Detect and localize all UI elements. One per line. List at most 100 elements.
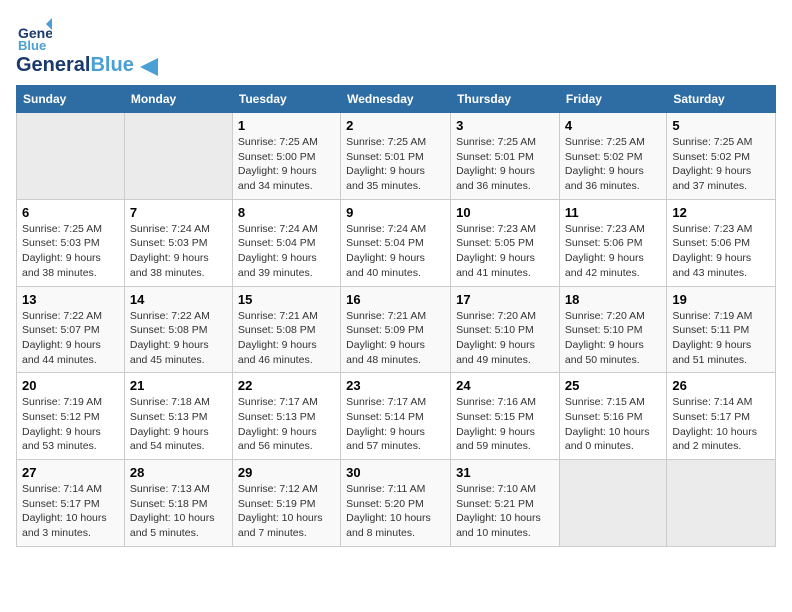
day-info: Sunrise: 7:25 AM Sunset: 5:02 PM Dayligh…	[565, 135, 661, 194]
calendar-cell: 27 Sunrise: 7:14 AM Sunset: 5:17 PM Dayli…	[17, 460, 125, 547]
day-number: 17	[456, 292, 554, 307]
day-info: Sunrise: 7:22 AM Sunset: 5:08 PM Dayligh…	[130, 309, 227, 368]
header-day-thursday: Thursday	[451, 86, 560, 113]
day-info: Sunrise: 7:19 AM Sunset: 5:11 PM Dayligh…	[672, 309, 770, 368]
day-info: Sunrise: 7:12 AM Sunset: 5:19 PM Dayligh…	[238, 482, 335, 541]
day-info: Sunrise: 7:25 AM Sunset: 5:03 PM Dayligh…	[22, 222, 119, 281]
calendar-cell: 4 Sunrise: 7:25 AM Sunset: 5:02 PM Daylig…	[559, 113, 666, 200]
header-day-saturday: Saturday	[667, 86, 776, 113]
calendar-cell: 20Sunrise: 7:19 AM Sunset: 5:12 PM Dayli…	[17, 373, 125, 460]
day-info: Sunrise: 7:25 AM Sunset: 5:01 PM Dayligh…	[456, 135, 554, 194]
day-number: 4	[565, 118, 661, 133]
week-row-3: 13 Sunrise: 7:22 AM Sunset: 5:07 PM Dayli…	[17, 286, 776, 373]
calendar-header: SundayMondayTuesdayWednesdayThursdayFrid…	[17, 86, 776, 113]
day-number: 12	[672, 205, 770, 220]
calendar-cell: 2 Sunrise: 7:25 AM Sunset: 5:01 PM Daylig…	[341, 113, 451, 200]
day-info: Sunrise: 7:14 AM Sunset: 5:17 PM Dayligh…	[22, 482, 119, 541]
day-info: Sunrise: 7:25 AM Sunset: 5:00 PM Dayligh…	[238, 135, 335, 194]
calendar-cell	[667, 460, 776, 547]
day-info: Sunrise: 7:21 AM Sunset: 5:09 PM Dayligh…	[346, 309, 445, 368]
day-info: Sunrise: 7:23 AM Sunset: 5:06 PM Dayligh…	[672, 222, 770, 281]
calendar-cell: 31 Sunrise: 7:10 AM Sunset: 5:21 PM Dayli…	[451, 460, 560, 547]
day-number: 6	[22, 205, 119, 220]
calendar-cell: 25 Sunrise: 7:15 AM Sunset: 5:16 PM Dayli…	[559, 373, 666, 460]
svg-text:Blue: Blue	[18, 38, 46, 52]
day-info: Sunrise: 7:22 AM Sunset: 5:07 PM Dayligh…	[22, 309, 119, 368]
calendar-cell: 8Sunrise: 7:24 AM Sunset: 5:04 PM Daylig…	[232, 199, 340, 286]
day-info: Sunrise: 7:17 AM Sunset: 5:14 PM Dayligh…	[346, 395, 445, 454]
day-number: 18	[565, 292, 661, 307]
header-row: SundayMondayTuesdayWednesdayThursdayFrid…	[17, 86, 776, 113]
day-number: 19	[672, 292, 770, 307]
day-number: 5	[672, 118, 770, 133]
day-info: Sunrise: 7:19 AM Sunset: 5:12 PM Dayligh…	[22, 395, 119, 454]
day-info: Sunrise: 7:20 AM Sunset: 5:10 PM Dayligh…	[456, 309, 554, 368]
day-number: 7	[130, 205, 227, 220]
day-number: 2	[346, 118, 445, 133]
day-number: 15	[238, 292, 335, 307]
day-info: Sunrise: 7:13 AM Sunset: 5:18 PM Dayligh…	[130, 482, 227, 541]
day-info: Sunrise: 7:17 AM Sunset: 5:13 PM Dayligh…	[238, 395, 335, 454]
calendar-cell: 5 Sunrise: 7:25 AM Sunset: 5:02 PM Daylig…	[667, 113, 776, 200]
day-info: Sunrise: 7:10 AM Sunset: 5:21 PM Dayligh…	[456, 482, 554, 541]
week-row-5: 27 Sunrise: 7:14 AM Sunset: 5:17 PM Dayli…	[17, 460, 776, 547]
calendar-cell: 19 Sunrise: 7:19 AM Sunset: 5:11 PM Dayli…	[667, 286, 776, 373]
day-number: 31	[456, 465, 554, 480]
week-row-2: 6 Sunrise: 7:25 AM Sunset: 5:03 PM Daylig…	[17, 199, 776, 286]
day-number: 10	[456, 205, 554, 220]
day-number: 3	[456, 118, 554, 133]
day-info: Sunrise: 7:24 AM Sunset: 5:03 PM Dayligh…	[130, 222, 227, 281]
calendar-cell: 12 Sunrise: 7:23 AM Sunset: 5:06 PM Dayli…	[667, 199, 776, 286]
calendar-cell: 26 Sunrise: 7:14 AM Sunset: 5:17 PM Dayli…	[667, 373, 776, 460]
calendar-cell: 3 Sunrise: 7:25 AM Sunset: 5:01 PM Daylig…	[451, 113, 560, 200]
day-number: 9	[346, 205, 445, 220]
header-day-wednesday: Wednesday	[341, 86, 451, 113]
day-number: 14	[130, 292, 227, 307]
day-info: Sunrise: 7:23 AM Sunset: 5:06 PM Dayligh…	[565, 222, 661, 281]
header-day-tuesday: Tuesday	[232, 86, 340, 113]
day-number: 21	[130, 378, 227, 393]
day-info: Sunrise: 7:14 AM Sunset: 5:17 PM Dayligh…	[672, 395, 770, 454]
day-number: 28	[130, 465, 227, 480]
logo-general: General	[16, 54, 90, 76]
week-row-4: 20Sunrise: 7:19 AM Sunset: 5:12 PM Dayli…	[17, 373, 776, 460]
day-number: 13	[22, 292, 119, 307]
day-number: 16	[346, 292, 445, 307]
day-number: 8	[238, 205, 335, 220]
calendar-cell: 30Sunrise: 7:11 AM Sunset: 5:20 PM Dayli…	[341, 460, 451, 547]
calendar-cell: 7 Sunrise: 7:24 AM Sunset: 5:03 PM Daylig…	[124, 199, 232, 286]
calendar-cell: 29 Sunrise: 7:12 AM Sunset: 5:19 PM Dayli…	[232, 460, 340, 547]
day-info: Sunrise: 7:20 AM Sunset: 5:10 PM Dayligh…	[565, 309, 661, 368]
day-number: 26	[672, 378, 770, 393]
day-number: 29	[238, 465, 335, 480]
day-info: Sunrise: 7:25 AM Sunset: 5:02 PM Dayligh…	[672, 135, 770, 194]
day-number: 25	[565, 378, 661, 393]
logo: General Blue GeneralBlue	[16, 16, 158, 77]
calendar-cell: 10Sunrise: 7:23 AM Sunset: 5:05 PM Dayli…	[451, 199, 560, 286]
calendar-cell: 28 Sunrise: 7:13 AM Sunset: 5:18 PM Dayli…	[124, 460, 232, 547]
day-info: Sunrise: 7:16 AM Sunset: 5:15 PM Dayligh…	[456, 395, 554, 454]
calendar-cell: 1 Sunrise: 7:25 AM Sunset: 5:00 PM Daylig…	[232, 113, 340, 200]
day-number: 30	[346, 465, 445, 480]
calendar-cell: 16 Sunrise: 7:21 AM Sunset: 5:09 PM Dayli…	[341, 286, 451, 373]
day-info: Sunrise: 7:21 AM Sunset: 5:08 PM Dayligh…	[238, 309, 335, 368]
day-number: 24	[456, 378, 554, 393]
day-number: 27	[22, 465, 119, 480]
logo-blue: Blue	[90, 54, 133, 76]
calendar-cell: 6 Sunrise: 7:25 AM Sunset: 5:03 PM Daylig…	[17, 199, 125, 286]
calendar-cell: 21 Sunrise: 7:18 AM Sunset: 5:13 PM Dayli…	[124, 373, 232, 460]
day-info: Sunrise: 7:18 AM Sunset: 5:13 PM Dayligh…	[130, 395, 227, 454]
calendar-cell	[17, 113, 125, 200]
calendar-body: 1 Sunrise: 7:25 AM Sunset: 5:00 PM Daylig…	[17, 113, 776, 547]
calendar-cell: 22Sunrise: 7:17 AM Sunset: 5:13 PM Dayli…	[232, 373, 340, 460]
header-day-friday: Friday	[559, 86, 666, 113]
calendar-cell	[124, 113, 232, 200]
day-info: Sunrise: 7:15 AM Sunset: 5:16 PM Dayligh…	[565, 395, 661, 454]
logo-arrow-icon	[140, 58, 158, 76]
calendar-cell	[559, 460, 666, 547]
week-row-1: 1 Sunrise: 7:25 AM Sunset: 5:00 PM Daylig…	[17, 113, 776, 200]
day-info: Sunrise: 7:25 AM Sunset: 5:01 PM Dayligh…	[346, 135, 445, 194]
calendar-cell: 24 Sunrise: 7:16 AM Sunset: 5:15 PM Dayli…	[451, 373, 560, 460]
calendar-cell: 9Sunrise: 7:24 AM Sunset: 5:04 PM Daylig…	[341, 199, 451, 286]
day-number: 1	[238, 118, 335, 133]
